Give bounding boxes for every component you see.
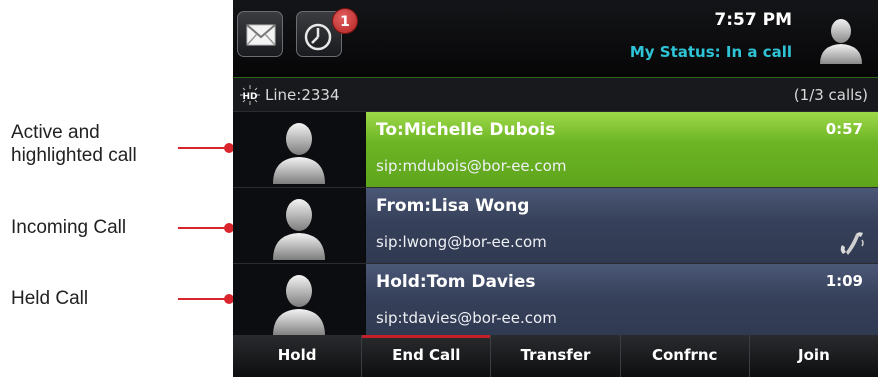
ringing-handset-icon <box>840 232 864 255</box>
clock: 7:57 PM <box>714 10 792 30</box>
phone-screen: 1 7:57 PM My Status: In a call HD Line:2… <box>233 0 878 377</box>
status-bar: 1 7:57 PM My Status: In a call <box>233 0 878 78</box>
annotation-held-call: Held Call <box>0 276 238 336</box>
conference-button[interactable]: Confrnc <box>621 335 750 377</box>
caller-sip: sip:mdubois@bor-ee.com <box>376 157 567 175</box>
hold-button[interactable]: Hold <box>233 335 363 377</box>
annotation-held-call-label: Held Call <box>11 288 89 309</box>
annotation-line <box>178 227 228 229</box>
hd-audio-icon: HD <box>240 85 260 105</box>
svg-text:HD: HD <box>242 92 257 102</box>
line-label: Line:2334 <box>265 86 340 104</box>
user-avatar-icon[interactable] <box>810 12 872 70</box>
contact-avatar-icon <box>233 264 365 339</box>
calls-count: (1/3 calls) <box>793 86 868 104</box>
caller-name: From:Lisa Wong <box>376 196 530 216</box>
transfer-button[interactable]: Transfer <box>491 335 621 377</box>
join-button[interactable]: Join <box>750 335 878 377</box>
contact-avatar-icon <box>233 188 365 263</box>
annotation-active-call-label: Active and highlighted call <box>11 122 137 166</box>
my-status[interactable]: My Status: In a call <box>630 43 792 61</box>
annotation-incoming-call: Incoming Call <box>0 199 238 259</box>
annotation-incoming-call-label: Incoming Call <box>11 217 127 238</box>
call-timer: 1:09 <box>825 272 863 290</box>
call-info: From:Lisa Wong sip:lwong@bor-ee.com <box>366 188 878 263</box>
call-row-held[interactable]: Hold:Tom Davies sip:tdavies@bor-ee.com 1… <box>233 263 878 339</box>
call-row-active[interactable]: To:Michelle Dubois sip:mdubois@bor-ee.co… <box>233 111 878 187</box>
annotation-line <box>178 298 228 300</box>
softkey-bar: Hold End Call Transfer Confrnc Join <box>233 335 878 377</box>
call-info: To:Michelle Dubois sip:mdubois@bor-ee.co… <box>366 112 878 187</box>
end-call-button[interactable]: End Call <box>362 335 492 377</box>
annotation-line <box>178 147 228 149</box>
caller-name: To:Michelle Dubois <box>376 120 556 140</box>
caller-name: Hold:Tom Davies <box>376 272 536 292</box>
call-row-incoming[interactable]: From:Lisa Wong sip:lwong@bor-ee.com <box>233 187 878 263</box>
line-bar: HD Line:2334 (1/3 calls) <box>233 78 878 111</box>
call-timer: 0:57 <box>825 120 863 138</box>
annotation-active-call: Active and highlighted call <box>0 118 238 178</box>
contact-avatar-icon <box>233 112 365 187</box>
missed-calls-badge: 1 <box>332 8 358 34</box>
call-info: Hold:Tom Davies sip:tdavies@bor-ee.com 1… <box>366 264 878 339</box>
messages-icon[interactable] <box>237 11 283 57</box>
caller-sip: sip:lwong@bor-ee.com <box>376 233 547 251</box>
caller-sip: sip:tdavies@bor-ee.com <box>376 309 557 327</box>
